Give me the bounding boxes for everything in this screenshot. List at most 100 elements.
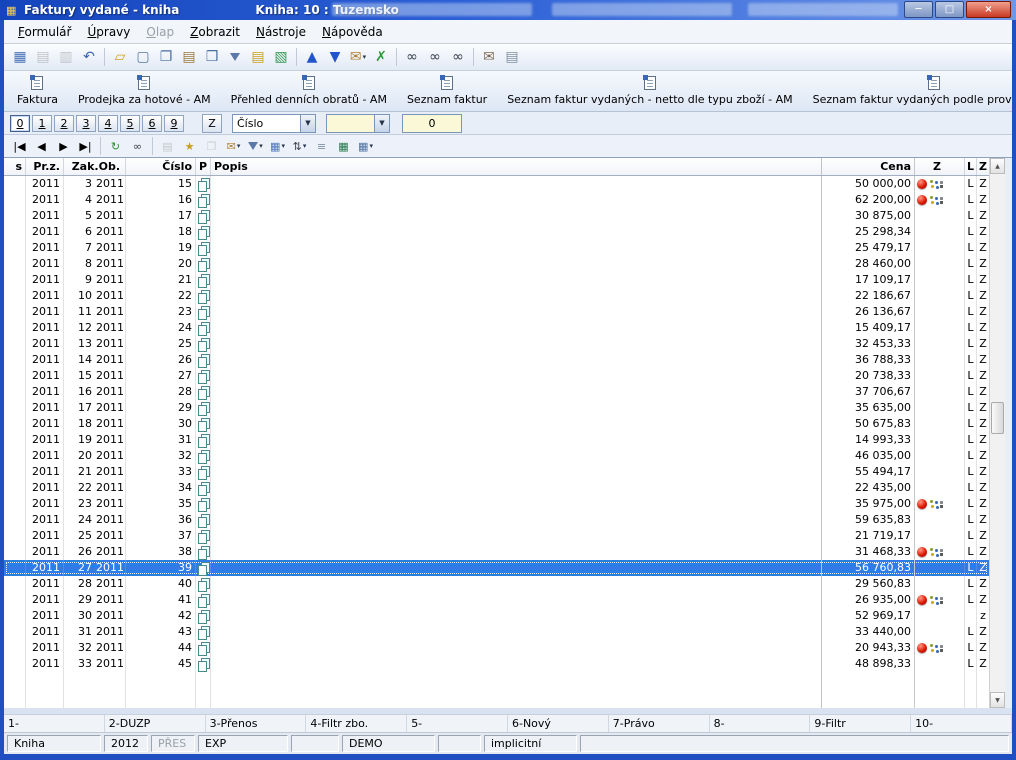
dropdown-arrow-icon[interactable]: ▾ xyxy=(237,142,241,150)
menu-item-zobrazit[interactable]: Zobrazit xyxy=(182,22,248,42)
mail-button[interactable]: ✉ ▾ xyxy=(223,137,244,156)
report-button[interactable]: Faktura xyxy=(7,73,68,109)
table-row[interactable]: 2011 24 2011 36 59 635,83 L Z xyxy=(4,512,989,528)
table-row[interactable]: 2011 26 2011 38 31 468,33 L Z xyxy=(4,544,989,560)
table-row[interactable]: 2011 5 2011 17 30 875,00 L Z xyxy=(4,208,989,224)
fkey-2-duzp[interactable]: 2-DUZP xyxy=(105,715,206,732)
layout-button[interactable]: ▦ ▾ xyxy=(267,137,288,156)
table-row[interactable]: 2011 30 2011 42 52 969,17 z xyxy=(4,608,989,624)
table-row[interactable]: 2011 16 2011 28 37 706,67 L Z xyxy=(4,384,989,400)
mail-button[interactable]: ✉ xyxy=(478,46,500,68)
chevron-down-icon[interactable]: ▼ xyxy=(300,114,315,132)
table-row[interactable]: 2011 21 2011 33 55 494,17 L Z xyxy=(4,464,989,480)
move-up-button[interactable]: ▲ xyxy=(301,46,323,68)
column-header-l[interactable]: L xyxy=(965,158,977,175)
vertical-scrollbar[interactable]: ▲ ▼ xyxy=(989,158,1005,708)
report-button[interactable]: Seznam faktur vydaných podle provize - A… xyxy=(803,73,1016,109)
table-row[interactable]: 2011 11 2011 23 26 136,67 L Z xyxy=(4,304,989,320)
table-row[interactable]: 2011 28 2011 40 29 560,83 L Z xyxy=(4,576,989,592)
table-row[interactable]: 2011 20 2011 32 46 035,00 L Z xyxy=(4,448,989,464)
table-row[interactable]: 2011 23 2011 35 35 975,00 L Z xyxy=(4,496,989,512)
dropdown-arrow-icon[interactable]: ▾ xyxy=(303,142,307,150)
menu-item-formular[interactable]: Formulář xyxy=(10,22,79,42)
table-row[interactable]: 2011 17 2011 29 35 635,00 L Z xyxy=(4,400,989,416)
report-button[interactable]: Seznam faktur xyxy=(397,73,497,109)
favorite-button[interactable]: ★ xyxy=(179,137,200,156)
scrollbar-track[interactable] xyxy=(990,174,1005,692)
page-button-0[interactable]: 0 xyxy=(10,114,30,132)
find-button[interactable]: ∞ xyxy=(401,46,423,68)
fkey-10[interactable]: 10- xyxy=(911,715,1012,732)
table-row[interactable]: 2011 18 2011 30 50 675,83 L Z xyxy=(4,416,989,432)
filter-funnel-button[interactable] xyxy=(224,46,246,68)
page-button-6[interactable]: 6 xyxy=(142,114,162,132)
checklist-button[interactable]: ≡ xyxy=(311,137,332,156)
scrollbar-thumb[interactable] xyxy=(991,401,1004,434)
page-button-5[interactable]: 5 xyxy=(120,114,140,132)
fkey-3-prenos[interactable]: 3-Přenos xyxy=(206,715,307,732)
column-header-z2[interactable]: Z xyxy=(977,158,989,175)
table-row[interactable]: 2011 13 2011 25 32 453,33 L Z xyxy=(4,336,989,352)
move-down-button[interactable]: ▼ xyxy=(324,46,346,68)
count-field[interactable]: 0 xyxy=(402,113,462,133)
table-row[interactable]: 2011 22 2011 34 22 435,00 L Z xyxy=(4,480,989,496)
excel-button[interactable]: ▦ xyxy=(333,137,354,156)
find-button[interactable]: ∞ xyxy=(127,137,148,156)
copy-button[interactable]: ❐ xyxy=(155,46,177,68)
column-header-p[interactable]: P xyxy=(196,158,211,175)
table-row[interactable]: 2011 12 2011 24 15 409,17 L Z xyxy=(4,320,989,336)
dropdown-arrow-icon[interactable]: ▾ xyxy=(363,53,367,61)
catalog-button[interactable]: ▧ xyxy=(270,46,292,68)
page-button-2[interactable]: 2 xyxy=(54,114,74,132)
dropdown-arrow-icon[interactable]: ▾ xyxy=(369,142,373,150)
close-button[interactable]: × xyxy=(966,1,1011,18)
table-row[interactable]: 2011 33 2011 45 48 898,33 L Z xyxy=(4,656,989,672)
page-button-4[interactable]: 4 xyxy=(98,114,118,132)
fkey-6-novy[interactable]: 6-Nový xyxy=(508,715,609,732)
dropdown-arrow-icon[interactable]: ▾ xyxy=(281,142,285,150)
z-toggle-button[interactable]: Z xyxy=(202,113,222,133)
column-header-prz[interactable]: Pr.z. xyxy=(26,158,64,175)
page-button-9[interactable]: 9 xyxy=(164,114,184,132)
fkey-9-filtr[interactable]: 9-Filtr xyxy=(810,715,912,732)
report-button[interactable]: Přehled denních obratů - AM xyxy=(221,73,397,109)
first-record-button[interactable]: |◀ xyxy=(9,137,30,156)
report-button[interactable]: Seznam faktur vydaných - netto dle typu … xyxy=(497,73,802,109)
sheets-button[interactable]: ▤ xyxy=(247,46,269,68)
table-row[interactable]: 2011 19 2011 31 14 993,33 L Z xyxy=(4,432,989,448)
open-folder-button[interactable]: ▱ xyxy=(109,46,131,68)
dropdown-arrow-icon[interactable]: ▾ xyxy=(259,142,263,150)
filter-funnel-button[interactable]: ▾ xyxy=(245,137,266,156)
send-mail-button[interactable]: ✉ ▾ xyxy=(347,46,369,68)
paste-button[interactable]: ▤ xyxy=(178,46,200,68)
page-button-3[interactable]: 3 xyxy=(76,114,96,132)
last-record-button[interactable]: ▶| xyxy=(75,137,96,156)
export-button[interactable]: ✗ xyxy=(370,46,392,68)
undo-button[interactable]: ↶ xyxy=(78,46,100,68)
sort-button[interactable]: ⇅ ▾ xyxy=(289,137,310,156)
scroll-up-arrow-icon[interactable]: ▲ xyxy=(990,158,1005,174)
filter-select[interactable]: ▼ xyxy=(326,113,390,133)
menu-item-upravy[interactable]: Úpravy xyxy=(79,22,138,42)
fkey-1[interactable]: 1- xyxy=(4,715,105,732)
find-add-button[interactable]: ∞ xyxy=(447,46,469,68)
report-button[interactable]: Prodejka za hotové - AM xyxy=(68,73,221,109)
table-row[interactable]: 2011 27 2011 39 56 760,83 L Z xyxy=(4,560,989,576)
column-header-z[interactable]: Z xyxy=(915,158,965,175)
menu-item-nastroje[interactable]: Nástroje xyxy=(248,22,314,42)
next-record-button[interactable]: ▶ xyxy=(53,137,74,156)
table-row[interactable]: 2011 31 2011 43 33 440,00 L Z xyxy=(4,624,989,640)
table-row[interactable]: 2011 4 2011 16 62 200,00 L Z xyxy=(4,192,989,208)
table-row[interactable]: 2011 6 2011 18 25 298,34 L Z xyxy=(4,224,989,240)
column-header-zakob[interactable]: Zak.Ob. xyxy=(64,158,126,175)
column-header-popis[interactable]: Popis xyxy=(211,158,822,175)
table-row[interactable]: 2011 3 2011 15 50 000,00 L Z xyxy=(4,176,989,192)
table-row[interactable]: 2011 14 2011 26 36 788,33 L Z xyxy=(4,352,989,368)
table-row[interactable]: 2011 7 2011 19 25 479,17 L Z xyxy=(4,240,989,256)
table-row[interactable]: 2011 15 2011 27 20 738,33 L Z xyxy=(4,368,989,384)
table-row[interactable]: 2011 32 2011 44 20 943,33 L Z xyxy=(4,640,989,656)
find-document-button[interactable]: ∞ xyxy=(424,46,446,68)
duplicate-button[interactable]: ❒ xyxy=(201,46,223,68)
table-row[interactable]: 2011 9 2011 21 17 109,17 L Z xyxy=(4,272,989,288)
table-row[interactable]: 2011 10 2011 22 22 186,67 L Z xyxy=(4,288,989,304)
